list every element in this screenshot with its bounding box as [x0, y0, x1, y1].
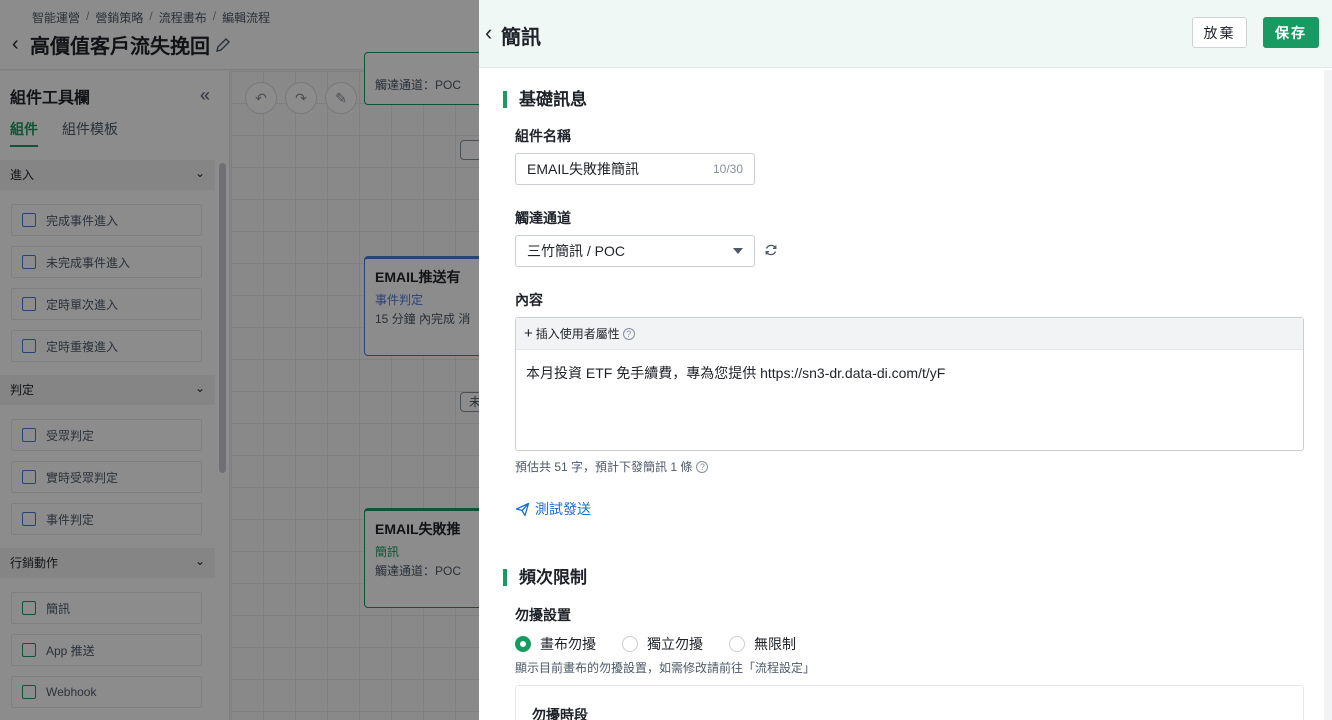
component-name-input[interactable]: EMAIL失敗推簡訊 10/30 — [515, 153, 755, 185]
dnd-hint: 顯示目前畫布的勿擾設置，如需修改請前往「流程設定」 — [515, 661, 816, 675]
dnd-label: 勿擾設置 — [515, 607, 571, 623]
component-name-value: EMAIL失敗推簡訊 — [527, 161, 640, 177]
content-label: 內容 — [515, 292, 543, 308]
radio-unchecked-icon — [729, 636, 745, 652]
radio-independent-dnd[interactable]: 獨立勿擾 — [622, 634, 703, 654]
radio-unchecked-icon — [622, 636, 638, 652]
sms-drawer: ‹ 簡訊 放棄 保存 基礎訊息 組件名稱 EMAIL失敗推簡訊 10/30 觸達… — [479, 0, 1332, 720]
help-icon[interactable]: ? — [622, 327, 635, 340]
test-send-link[interactable]: 測試發送 — [515, 499, 591, 519]
paper-plane-icon — [515, 502, 530, 516]
test-send-label: 測試發送 — [535, 501, 591, 517]
content-textarea[interactable]: 本月投資 ETF 免手續費，專為您提供 https://sn3-dr.data-… — [516, 350, 1303, 396]
radio-label: 獨立勿擾 — [647, 636, 703, 652]
channel-select[interactable]: 三竹簡訊 / POC — [515, 235, 755, 267]
drawer-title: 簡訊 — [501, 27, 541, 49]
section-title-frequency: 頻次限制 — [503, 569, 587, 586]
dnd-period-box: 勿擾時段 — [515, 685, 1304, 720]
channel-value: 三竹簡訊 / POC — [527, 243, 626, 259]
plus-icon[interactable]: + — [524, 325, 533, 342]
back-icon[interactable]: ‹ — [485, 20, 492, 46]
channel-label: 觸達通道 — [515, 210, 571, 226]
radio-label: 畫布勿擾 — [540, 636, 596, 652]
radio-checked-icon — [515, 636, 531, 652]
dnd-radio-group: 畫布勿擾 獨立勿擾 無限制 — [515, 634, 796, 654]
content-editor[interactable]: + 插入使用者屬性 ? 本月投資 ETF 免手續費，專為您提供 https://… — [515, 317, 1304, 451]
content-toolbar: + 插入使用者屬性 ? — [516, 318, 1303, 350]
insert-attribute-button[interactable]: 插入使用者屬性 — [536, 325, 620, 342]
discard-button[interactable]: 放棄 — [1192, 17, 1247, 48]
radio-no-limit[interactable]: 無限制 — [729, 634, 796, 654]
section-title-basic: 基礎訊息 — [503, 91, 587, 108]
caret-down-icon — [733, 248, 743, 254]
radio-canvas-dnd[interactable]: 畫布勿擾 — [515, 634, 596, 654]
dnd-period-label: 勿擾時段 — [532, 707, 588, 720]
radio-label: 無限制 — [754, 636, 796, 652]
char-counter: 10/30 — [712, 162, 743, 176]
refresh-icon[interactable] — [764, 243, 778, 257]
name-label: 組件名稱 — [515, 128, 571, 144]
estimate-label: 預估共 51 字，預計下發簡訊 1 條 — [515, 460, 693, 474]
save-button[interactable]: 保存 — [1263, 17, 1319, 48]
drawer-scrollbar[interactable] — [1324, 70, 1332, 720]
help-icon[interactable]: ? — [696, 460, 709, 473]
drawer-header: ‹ 簡訊 放棄 保存 — [479, 0, 1332, 68]
estimate-text: 預估共 51 字，預計下發簡訊 1 條 ? — [515, 458, 709, 475]
